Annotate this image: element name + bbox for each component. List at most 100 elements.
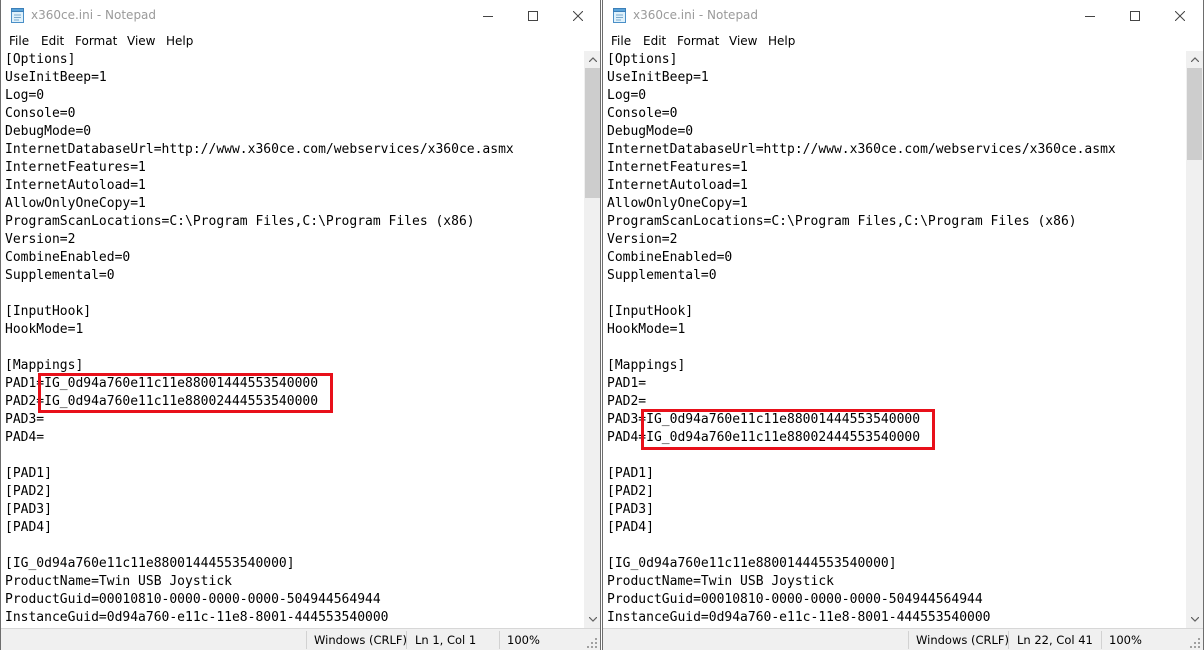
- scroll-up-button[interactable]: [1186, 51, 1203, 68]
- menu-help[interactable]: Help: [768, 34, 795, 48]
- close-icon: [1175, 10, 1185, 21]
- text-line: ProductGuid=00010810-0000-0000-0000-5049…: [5, 592, 381, 607]
- status-separator: [1008, 631, 1009, 649]
- text-line: [PAD1]: [5, 466, 52, 481]
- scroll-up-button[interactable]: [584, 51, 600, 68]
- text-line: Version=2: [607, 232, 678, 247]
- status-bar: Windows (CRLF) Ln 1, Col 1 100%: [1, 628, 600, 650]
- text-line: UseInitBeep=1: [607, 70, 709, 85]
- close-icon: [573, 10, 583, 21]
- text-line: [PAD2]: [5, 484, 52, 499]
- highlight-box: [38, 373, 333, 413]
- menu-format[interactable]: Format: [677, 34, 719, 48]
- text-line: [InputHook]: [5, 304, 92, 319]
- status-separator: [499, 631, 500, 649]
- text-line: ProgramScanLocations=C:\Program Files,C:…: [607, 214, 1077, 229]
- minimize-button[interactable]: [1067, 0, 1113, 31]
- text-line: Log=0: [607, 88, 647, 103]
- text-line: [PAD2]: [607, 484, 654, 499]
- scroll-down-button[interactable]: [1186, 611, 1203, 628]
- maximize-button[interactable]: [1112, 0, 1158, 31]
- text-line: InternetAutoload=1: [607, 178, 748, 193]
- text-editor[interactable]: [Options] UseInitBeep=1 Log=0 Console=0 Debu…: [1, 51, 584, 628]
- text-line: HookMode=1: [5, 322, 84, 337]
- maximize-button[interactable]: [510, 0, 556, 31]
- scrollbar-thumb[interactable]: [585, 68, 600, 198]
- text-line: InternetDatabaseUrl=http://www.x360ce.co…: [5, 142, 514, 157]
- menu-file[interactable]: File: [611, 34, 631, 48]
- text-line: PAD4=: [5, 430, 45, 445]
- text-line: [Options]: [5, 52, 76, 67]
- status-zoom: 100%: [507, 633, 540, 647]
- text-line: CombineEnabled=0: [5, 250, 131, 265]
- close-button[interactable]: [555, 0, 600, 31]
- notepad-icon: [11, 8, 24, 23]
- text-line: Supplemental=0: [5, 268, 115, 283]
- text-line: HookMode=1: [607, 322, 686, 337]
- status-separator: [908, 631, 909, 649]
- status-cursor-position: Ln 1, Col 1: [415, 633, 477, 647]
- text-line: InternetAutoload=1: [5, 178, 146, 193]
- text-line: PAD3=: [5, 412, 45, 427]
- status-line-ending: Windows (CRLF): [314, 633, 408, 647]
- menu-view[interactable]: View: [729, 34, 757, 48]
- minimize-button[interactable]: [465, 0, 511, 31]
- vertical-scrollbar[interactable]: [1186, 51, 1203, 628]
- status-separator: [306, 631, 307, 649]
- text-line: [PAD3]: [607, 502, 654, 517]
- minimize-icon: [483, 15, 493, 17]
- resize-grip-icon[interactable]: [1189, 637, 1201, 649]
- text-line: DebugMode=0: [607, 124, 694, 139]
- text-line: ProductGuid=00010810-0000-0000-0000-5049…: [607, 592, 983, 607]
- text-editor[interactable]: [Options] UseInitBeep=1 Log=0 Console=0 Debu…: [603, 51, 1186, 628]
- scroll-down-arrow-icon: [1190, 617, 1199, 622]
- window-title: x360ce.ini - Notepad: [31, 8, 157, 22]
- text-line: ProductName=Twin USB Joystick: [607, 574, 834, 589]
- text-line: Log=0: [5, 88, 45, 103]
- maximize-icon: [1130, 10, 1140, 21]
- highlight-box: [641, 409, 935, 450]
- text-line: DebugMode=0: [5, 124, 92, 139]
- text-line: InternetDatabaseUrl=http://www.x360ce.co…: [607, 142, 1116, 157]
- text-line: Version=2: [5, 232, 76, 247]
- menu-bar: File Edit Format View Help: [1, 31, 600, 51]
- notepad-window-right: x360ce.ini - Notepad File Edit Format Vi…: [602, 0, 1204, 650]
- status-separator: [406, 631, 407, 649]
- menu-bar: File Edit Format View Help: [603, 31, 1203, 51]
- scrollbar-thumb[interactable]: [1187, 68, 1202, 160]
- title-bar[interactable]: x360ce.ini - Notepad: [1, 0, 600, 31]
- menu-file[interactable]: File: [9, 34, 29, 48]
- status-zoom: 100%: [1109, 633, 1142, 647]
- menu-format[interactable]: Format: [75, 34, 117, 48]
- text-line: [IG_0d94a760e11c11e88001444553540000]: [5, 556, 295, 571]
- text-line: InstanceGuid=0d94a760-e11c-11e8-8001-444…: [5, 610, 389, 625]
- menu-help[interactable]: Help: [166, 34, 193, 48]
- text-line: ProductName=Twin USB Joystick: [5, 574, 232, 589]
- vertical-scrollbar[interactable]: [584, 51, 600, 628]
- resize-grip-icon[interactable]: [586, 637, 598, 649]
- scroll-down-arrow-icon: [588, 617, 597, 622]
- text-line: AllowOnlyOneCopy=1: [5, 196, 146, 211]
- text-line: [PAD4]: [607, 520, 654, 535]
- scroll-down-button[interactable]: [584, 611, 600, 628]
- menu-edit[interactable]: Edit: [41, 34, 64, 48]
- text-line: [PAD3]: [5, 502, 52, 517]
- status-bar: Windows (CRLF) Ln 22, Col 41 100%: [603, 628, 1203, 650]
- text-line: Supplemental=0: [607, 268, 717, 283]
- text-line: InstanceGuid=0d94a760-e11c-11e8-8001-444…: [607, 610, 991, 625]
- scroll-up-arrow-icon: [1190, 57, 1199, 62]
- menu-edit[interactable]: Edit: [643, 34, 666, 48]
- text-line: [PAD1]: [607, 466, 654, 481]
- text-line: AllowOnlyOneCopy=1: [607, 196, 748, 211]
- title-bar[interactable]: x360ce.ini - Notepad: [603, 0, 1203, 31]
- menu-view[interactable]: View: [127, 34, 155, 48]
- window-title: x360ce.ini - Notepad: [633, 8, 759, 22]
- text-line: CombineEnabled=0: [607, 250, 733, 265]
- status-cursor-position: Ln 22, Col 41: [1017, 633, 1093, 647]
- text-line: [IG_0d94a760e11c11e88001444553540000]: [607, 556, 897, 571]
- text-line: [Options]: [607, 52, 678, 67]
- close-button[interactable]: [1157, 0, 1203, 31]
- text-line: [Mappings]: [607, 358, 686, 373]
- status-separator: [1101, 631, 1102, 649]
- text-line: [PAD4]: [5, 520, 52, 535]
